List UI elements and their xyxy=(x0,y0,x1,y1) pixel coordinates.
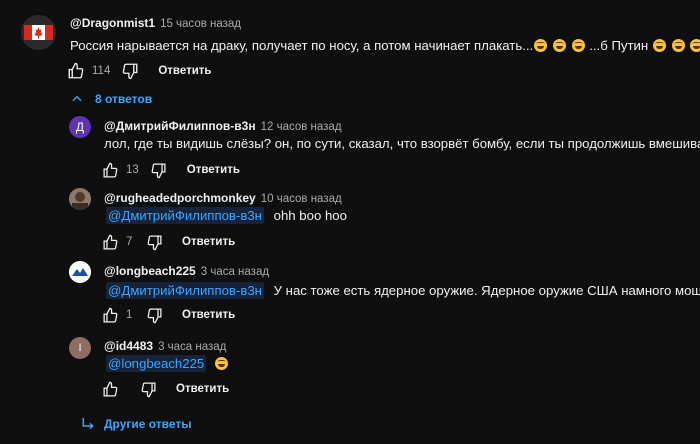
author-name[interactable]: @rugheadedporchmonkey xyxy=(104,191,256,205)
timestamp[interactable]: 3 часа назад xyxy=(201,266,269,278)
comment-actions: 7 Ответить xyxy=(100,232,235,252)
reply-item: @longbeach225 3 часа назад @ДмитрийФилипп… xyxy=(0,258,700,328)
mention-link[interactable]: @longbeach225 xyxy=(106,355,207,372)
laughing-emoji-icon xyxy=(571,39,585,52)
reply-arrow-icon xyxy=(82,418,94,430)
avatar-letter: Д xyxy=(75,120,85,134)
author-line: @rugheadedporchmonkey 10 часов назад xyxy=(104,191,342,205)
comment-actions: 13 Ответить xyxy=(100,160,240,180)
mountain-logo-avatar[interactable] xyxy=(69,261,91,283)
comment-body-tail: ...б Путин xyxy=(589,38,649,53)
comment-actions: 1 Ответить xyxy=(100,305,235,325)
laughing-emoji-icon xyxy=(652,39,666,52)
laughing-emoji-icon xyxy=(552,39,566,52)
reply-button[interactable]: Ответить xyxy=(187,164,240,176)
reply-button[interactable]: Ответить xyxy=(158,65,211,77)
laughing-emoji-icon xyxy=(534,39,548,52)
like-count: 1 xyxy=(126,309,133,321)
like-icon[interactable] xyxy=(100,160,120,180)
comment-text: Россия нарывается на драку, получает по … xyxy=(70,38,700,53)
canada-flag-avatar[interactable] xyxy=(21,15,56,50)
comment-body: Россия нарывается на драку, получает по … xyxy=(70,38,534,53)
like-icon[interactable] xyxy=(100,379,120,399)
dislike-icon[interactable] xyxy=(144,232,164,252)
dislike-icon[interactable] xyxy=(149,160,169,180)
timestamp[interactable]: 10 часов назад xyxy=(261,193,342,205)
comment-body: ohh boo hoo xyxy=(273,208,347,223)
comment-text: @ДмитрийФилиппов-в3н ohh boo hoo xyxy=(106,207,347,224)
mention-link[interactable]: @ДмитрийФилиппов-в3н xyxy=(106,282,264,299)
author-name[interactable]: @id4483 xyxy=(104,339,153,353)
author-line: @Dragonmist1 15 часов назад xyxy=(70,16,241,30)
author-name[interactable]: @longbeach225 xyxy=(104,264,196,278)
timestamp[interactable]: 3 часа назад xyxy=(158,341,226,353)
mountain-logo-icon xyxy=(69,261,91,283)
laughing-emoji-icon xyxy=(214,357,228,370)
more-replies-label: Другие ответы xyxy=(104,417,192,431)
dislike-icon[interactable] xyxy=(120,61,140,81)
like-count: 7 xyxy=(126,236,133,248)
photo-avatar[interactable] xyxy=(69,188,91,210)
author-line: @ДмитрийФилиппов-в3н 12 часов назад xyxy=(104,119,342,133)
letter-avatar[interactable]: I xyxy=(69,337,91,359)
laughing-emoji-icon xyxy=(690,39,700,52)
author-name[interactable]: @Dragonmist1 xyxy=(70,16,155,30)
toggle-replies-button[interactable]: 8 ответов xyxy=(70,92,152,106)
toggle-replies-label: 8 ответов xyxy=(95,92,153,106)
like-count: 114 xyxy=(92,65,111,77)
mention-link[interactable]: @ДмитрийФилиппов-в3н xyxy=(106,207,264,224)
author-line: @longbeach225 3 часа назад xyxy=(104,264,269,278)
reply-button[interactable]: Ответить xyxy=(182,309,235,321)
like-icon[interactable] xyxy=(100,305,120,325)
dislike-icon[interactable] xyxy=(138,379,158,399)
reply-button[interactable]: Ответить xyxy=(182,236,235,248)
chevron-up-icon xyxy=(72,95,82,102)
laughing-emoji-icon xyxy=(671,39,685,52)
top-comment: @Dragonmist1 15 часов назад Россия нарыва… xyxy=(0,0,700,120)
like-icon[interactable] xyxy=(66,61,86,81)
dislike-icon[interactable] xyxy=(144,305,164,325)
author-line: @id4483 3 часа назад xyxy=(104,339,226,353)
comment-actions: Ответить xyxy=(100,379,229,399)
reply-button[interactable]: Ответить xyxy=(176,383,229,395)
like-icon[interactable] xyxy=(100,232,120,252)
letter-avatar[interactable]: Д xyxy=(69,116,91,138)
comment-text: @ДмитрийФилиппов-в3н У нас тоже есть яде… xyxy=(106,282,700,299)
author-name[interactable]: @ДмитрийФилиппов-в3н xyxy=(104,119,256,133)
comment-text: @longbeach225 xyxy=(106,355,229,372)
avatar-letter: I xyxy=(78,342,82,354)
reply-item: Д @ДмитрийФилиппов-в3н 12 часов назад лол… xyxy=(0,110,700,180)
comment-body: У нас тоже есть ядерное оружие. Ядерное … xyxy=(273,283,700,298)
timestamp[interactable]: 12 часов назад xyxy=(261,121,342,133)
canada-flag-icon xyxy=(21,15,56,50)
like-count: 13 xyxy=(126,164,139,176)
comment-text: лол, где ты видишь слёзы? он, по сути, с… xyxy=(104,136,700,151)
more-replies-button[interactable]: Другие ответы xyxy=(80,416,192,432)
comment-actions: 114 Ответить xyxy=(66,61,212,81)
person-photo-icon xyxy=(69,188,91,210)
comment-body: лол, где ты видишь слёзы? он, по сути, с… xyxy=(104,136,700,151)
reply-item: @rugheadedporchmonkey 10 часов назад @Дми… xyxy=(0,184,700,254)
timestamp[interactable]: 15 часов назад xyxy=(160,18,241,30)
reply-item: I @id4483 3 часа назад @longbeach225 Отве… xyxy=(0,334,700,404)
